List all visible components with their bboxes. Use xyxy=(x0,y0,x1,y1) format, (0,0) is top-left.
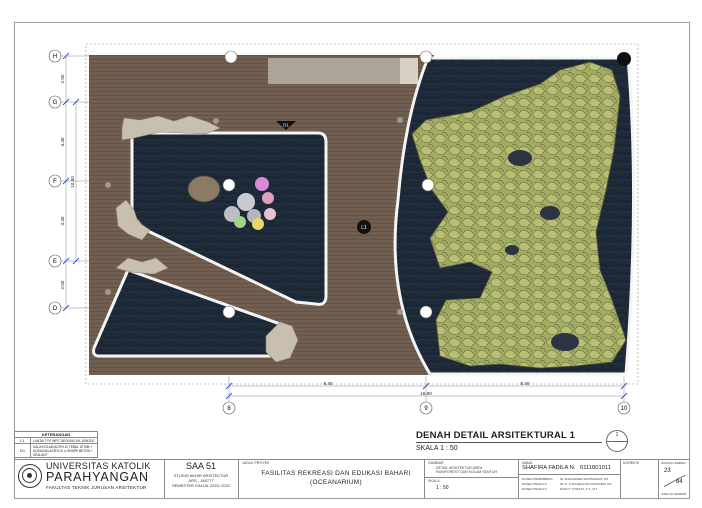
advisor-row-1-name: IR. ALEXANDER SASTRAWAN, MT. xyxy=(560,477,609,481)
tb-divider-2 xyxy=(238,459,239,499)
grid-row-h: H xyxy=(48,49,62,63)
bench-slats xyxy=(400,58,418,84)
university-name-2: PARAHYANGAN xyxy=(46,470,149,484)
foliage-clearing-3 xyxy=(551,333,579,351)
seal-core xyxy=(27,473,32,478)
grid-cols: 8 9 10 xyxy=(222,401,631,415)
legend-row-d1: D1 KACA KOLAM ACRYLIC TEBAL 20 MM + DUDU… xyxy=(15,444,97,457)
advisor-row-2-role: DOSEN PENGUJI xyxy=(522,482,547,486)
advisor-row-3-role: DOSEN PENGUJI xyxy=(522,487,547,491)
foliage-clearing-2 xyxy=(540,206,560,220)
tb-divider-4 xyxy=(518,459,519,499)
col-dim-2: 8.40 xyxy=(521,381,530,386)
pool-rock xyxy=(187,175,221,203)
row-dim-4: 2.00 xyxy=(60,280,65,289)
grid-row-d: D xyxy=(48,301,62,315)
col-dimensions: 8.40 8.40 16.80 xyxy=(324,381,530,396)
drawing-scale: SKALA 1 : 50 xyxy=(416,445,458,452)
svg-text:D: D xyxy=(53,306,58,312)
drawing-title: DENAH DETAIL ARSITEKTURAL 1 xyxy=(416,430,576,441)
tb-divider-6 xyxy=(658,459,659,499)
section-marker-label: D1 xyxy=(283,123,289,128)
col-dim-1: 8.40 xyxy=(324,381,333,386)
legend-table: KETERANGAN L1 LANTAI TYP. WPC DECKING KA… xyxy=(14,431,98,458)
row-dim-2: 3.40 xyxy=(60,137,65,146)
tb-divider-3 xyxy=(424,459,425,499)
university-seal xyxy=(18,464,42,488)
row-dim-total: 10.80 xyxy=(70,176,75,188)
tb-student-rule xyxy=(518,474,620,475)
legend-code: L1 xyxy=(15,438,31,443)
tb-divider-5 xyxy=(620,459,621,499)
drawing-number-divider xyxy=(606,441,628,442)
grid-col-9: 9 xyxy=(419,401,433,415)
skala-value: 1 : 50 xyxy=(436,485,449,491)
course-line-3: SEMESTER GANJIL 2021/ 2022 xyxy=(171,483,231,488)
course-code: SAA 51 xyxy=(185,461,217,471)
advisor-row-3-name: NANCY YUSNITA, S.T., M.T. xyxy=(560,487,599,491)
svg-text:G: G xyxy=(53,100,58,106)
drawing-sheet: D1 L1 H G F E D 2.00 3.40 3.40 2.00 10.8… xyxy=(0,0,702,508)
floor-plan: D1 L1 H G F E D 2.00 3.40 3.40 2.00 10.8… xyxy=(48,43,639,415)
grid-col-lines xyxy=(228,376,625,402)
koreksi-label: KOREKSI xyxy=(623,461,639,465)
sheet-number-label: NOMOR LEMBAR xyxy=(661,461,686,465)
row-dim-1: 2.00 xyxy=(60,74,65,83)
svg-text:F: F xyxy=(53,179,57,185)
col-dim-total: 16.80 xyxy=(420,391,432,396)
row-dimensions: 2.00 3.40 3.40 2.00 10.80 xyxy=(60,74,75,289)
grid-row-f: F xyxy=(48,174,62,188)
sheet-count-label: JUMLAH LEMBAR xyxy=(661,492,687,496)
drawing-number: 1 xyxy=(615,432,619,438)
skala-label: SKALA xyxy=(428,479,440,483)
sheet-number-current: 23 xyxy=(664,468,671,474)
tb-sheet-rule xyxy=(424,477,518,478)
grid-row-e: E xyxy=(48,254,62,268)
level-marker-label: L1 xyxy=(361,225,367,231)
grid-col-8: 8 xyxy=(222,401,236,415)
grid-row-g: G xyxy=(48,95,62,109)
grid-col-10: 10 xyxy=(617,401,631,415)
project-title: FASILITAS REKREASI DAN EDUKASI BAHARI (O… xyxy=(261,470,411,486)
student-npm: 6111801011 xyxy=(580,465,611,471)
sheet-number-total: 84 xyxy=(676,479,683,485)
foliage-clearing-1 xyxy=(508,150,532,166)
foliage-clearing-4 xyxy=(505,245,519,255)
student-name: SHAFIRA FADILA N. xyxy=(522,465,576,471)
legend-code: D1 xyxy=(15,444,31,457)
legend-desc: KACA KOLAM ACRYLIC TEBAL 20 MM + DUDUKAN… xyxy=(33,445,93,457)
advisor-row-2-name: IR. R. YUDI MEGUSO PRASABDI, MT xyxy=(560,482,612,486)
svg-text:E: E xyxy=(53,259,57,265)
legend-desc: LANTAI TYP. WPC DECKING KA-19042DC xyxy=(33,439,95,443)
advisor-row-1-role: DOSEN PEMBIMBING xyxy=(522,477,553,481)
drawing-title-underline xyxy=(416,442,602,443)
gambar-line-2: RAINFOREST DAN KOLAM SENTUH xyxy=(436,470,498,474)
svg-text:10: 10 xyxy=(621,406,628,412)
gambar-label: GAMBAR xyxy=(428,461,444,465)
row-dim-3: 3.40 xyxy=(60,216,65,225)
column-corner-dark xyxy=(617,52,631,66)
grid-rows: H G F E D xyxy=(48,49,62,315)
svg-text:H: H xyxy=(53,54,57,60)
faculty-name: FAKULTAS TEKNIK JURUSAN ARSITEKTUR xyxy=(46,485,147,490)
project-label: JUDUL PROYEK xyxy=(242,461,270,465)
bench-strip xyxy=(268,58,400,84)
